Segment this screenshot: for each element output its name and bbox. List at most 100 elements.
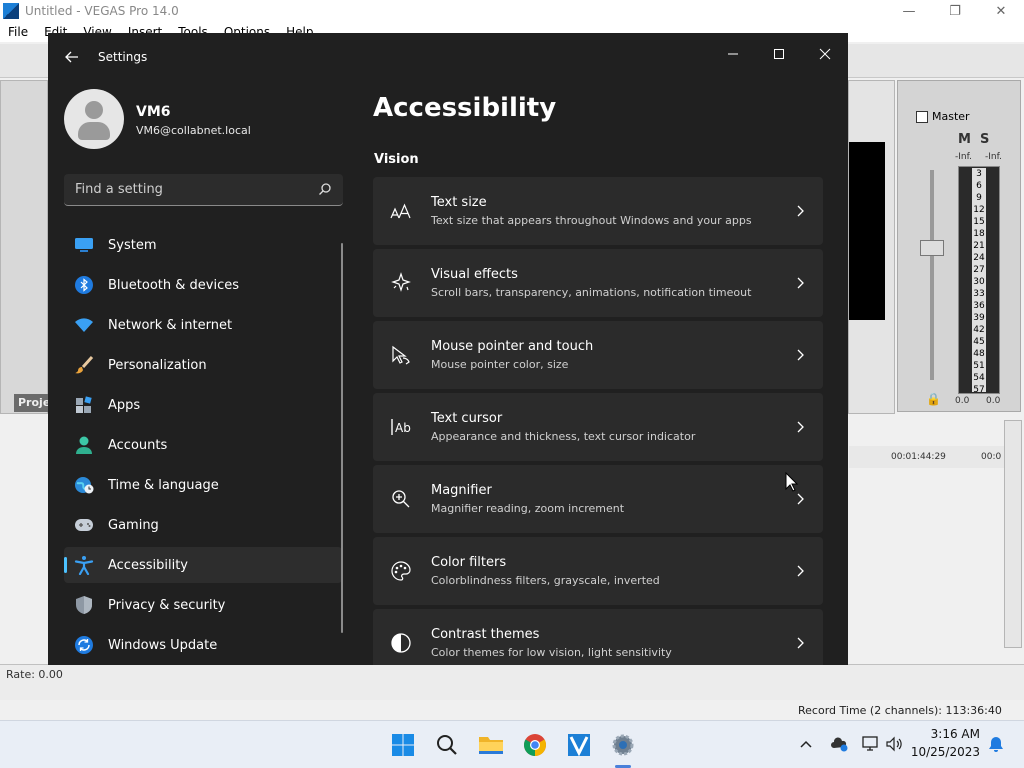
- wifi-icon: [73, 314, 95, 336]
- settings-close-button[interactable]: [802, 39, 848, 69]
- meter-right-value: 0.0: [986, 396, 1001, 406]
- nav-item-privacy[interactable]: Privacy & security: [64, 587, 342, 623]
- notification-bell-icon[interactable]: [987, 735, 1005, 753]
- settings-minimize-button[interactable]: [710, 39, 756, 69]
- settings-maximize-button[interactable]: [756, 39, 802, 69]
- svg-text:Ab: Ab: [395, 421, 411, 435]
- avatar-head: [85, 101, 103, 119]
- taskbar-clock-date[interactable]: 10/25/2023: [906, 745, 980, 759]
- nav-label: System: [108, 237, 157, 253]
- card-contrast-themes[interactable]: Contrast themes Color themes for low vis…: [373, 609, 823, 665]
- nav-label: Privacy & security: [108, 597, 226, 613]
- nav-label: Personalization: [108, 357, 207, 373]
- video-preview: [849, 142, 885, 320]
- card-title: Text cursor: [431, 411, 503, 426]
- meter-scale-tick: 36: [973, 301, 985, 311]
- settings-gear-icon[interactable]: [608, 730, 638, 760]
- master-bus-icon: [916, 110, 928, 123]
- lock-icon[interactable]: 🔒: [926, 392, 941, 406]
- solo-button[interactable]: S: [980, 132, 989, 147]
- vegas-icon[interactable]: [564, 730, 594, 760]
- chevron-right-icon: [797, 493, 804, 505]
- search-icon: [319, 183, 331, 195]
- nav-item-gaming[interactable]: Gaming: [64, 507, 342, 543]
- nav-item-accessibility[interactable]: Accessibility: [64, 547, 342, 583]
- nav-scrollbar[interactable]: [341, 243, 343, 633]
- card-magnifier[interactable]: Magnifier Magnifier reading, zoom increm…: [373, 465, 823, 533]
- project-media-tab[interactable]: Proje: [14, 394, 50, 412]
- meter-scale-tick: 3: [976, 169, 982, 179]
- windows-start-icon[interactable]: [388, 730, 418, 760]
- chevron-right-icon: [797, 277, 804, 289]
- search-icon[interactable]: [432, 730, 462, 760]
- nav-label: Apps: [108, 397, 141, 413]
- meter-scale-tick: 57: [973, 385, 985, 395]
- apps-icon: [73, 394, 95, 416]
- card-desc: Text size that appears throughout Window…: [431, 214, 752, 227]
- card-text-size[interactable]: Text size Text size that appears through…: [373, 177, 823, 245]
- chevron-right-icon: [797, 421, 804, 433]
- vegas-close-button[interactable]: ✕: [978, 0, 1024, 22]
- meter-scale-tick: 12: [973, 205, 985, 215]
- card-mouse-pointer-touch[interactable]: Mouse pointer and touch Mouse pointer co…: [373, 321, 823, 389]
- network-icon[interactable]: [861, 735, 879, 753]
- vegas-menu-file[interactable]: File: [0, 25, 36, 39]
- globe-clock-icon: [73, 474, 95, 496]
- meter-scale-tick: 15: [973, 217, 985, 227]
- nav-item-apps[interactable]: Apps: [64, 387, 342, 423]
- search-box[interactable]: [64, 174, 343, 206]
- shield-icon: [73, 594, 95, 616]
- maximize-icon: [774, 49, 784, 59]
- taskbar-clock-time[interactable]: 3:16 AM: [920, 727, 980, 741]
- meter-scale-tick: 6: [976, 181, 982, 191]
- volume-icon[interactable]: [885, 735, 903, 753]
- nav-label: Bluetooth & devices: [108, 277, 239, 293]
- mouse-cursor-icon: [785, 472, 799, 492]
- nav-item-personalization[interactable]: Personalization: [64, 347, 342, 383]
- pointer-icon: [389, 343, 413, 367]
- meter-scale-tick: 54: [973, 373, 985, 383]
- master-bus-label: Master: [916, 110, 970, 123]
- nav-item-network[interactable]: Network & internet: [64, 307, 342, 343]
- card-text-cursor[interactable]: Ab Text cursor Appearance and thickness,…: [373, 393, 823, 461]
- nav-item-accounts[interactable]: Accounts: [64, 427, 342, 463]
- settings-cards: Text size Text size that appears through…: [373, 177, 823, 665]
- mute-button[interactable]: M: [958, 132, 971, 147]
- search-input[interactable]: [75, 182, 315, 197]
- chrome-icon[interactable]: [520, 730, 550, 760]
- master-fader-handle[interactable]: [920, 240, 944, 256]
- user-avatar[interactable]: [64, 89, 124, 149]
- meter-scale: 3 6 9 12 15 18 21 24 27 30 33 36 39 42 45 48 51 54 57: [972, 168, 986, 395]
- settings-window: Settings VM6 VM6@collabnet.local System …: [48, 33, 848, 665]
- cloud-status-icon[interactable]: [830, 736, 848, 752]
- nav-item-time-language[interactable]: Time & language: [64, 467, 342, 503]
- card-desc: Magnifier reading, zoom increment: [431, 502, 625, 515]
- chevron-up-icon[interactable]: [798, 736, 814, 752]
- file-explorer-icon[interactable]: [476, 730, 506, 760]
- nav-item-windows-update[interactable]: Windows Update: [64, 627, 342, 663]
- meter-scale-tick: 45: [973, 337, 985, 347]
- meter-scale-tick: 33: [973, 289, 985, 299]
- meter-scale-tick: 24: [973, 253, 985, 263]
- timeline-vertical-scrollbar[interactable]: [1004, 420, 1022, 648]
- master-label: Master: [932, 110, 970, 123]
- chevron-right-icon: [797, 205, 804, 217]
- record-time-status: Record Time (2 channels): 113:36:40: [798, 704, 1002, 717]
- timeline-ruler: 00:01:44:29 00:0: [849, 446, 1021, 468]
- meter-scale-tick: 9: [976, 193, 982, 203]
- nav-item-system[interactable]: System: [64, 227, 342, 263]
- nav-item-bluetooth[interactable]: Bluetooth & devices: [64, 267, 342, 303]
- card-color-filters[interactable]: Color filters Colorblindness filters, gr…: [373, 537, 823, 605]
- back-button[interactable]: [62, 47, 82, 67]
- card-desc: Colorblindness filters, grayscale, inver…: [431, 574, 660, 587]
- chevron-right-icon: [797, 349, 804, 361]
- back-arrow-icon: [65, 51, 78, 63]
- meter-left-value: 0.0: [955, 396, 970, 406]
- meter-scale-tick: 18: [973, 229, 985, 239]
- card-desc: Appearance and thickness, text cursor in…: [431, 430, 696, 443]
- card-visual-effects[interactable]: Visual effects Scroll bars, transparency…: [373, 249, 823, 317]
- vegas-maximize-button[interactable]: ❐: [932, 0, 978, 22]
- meter-scale-tick: 21: [973, 241, 985, 251]
- card-title: Visual effects: [431, 267, 518, 282]
- vegas-minimize-button[interactable]: —: [886, 0, 932, 22]
